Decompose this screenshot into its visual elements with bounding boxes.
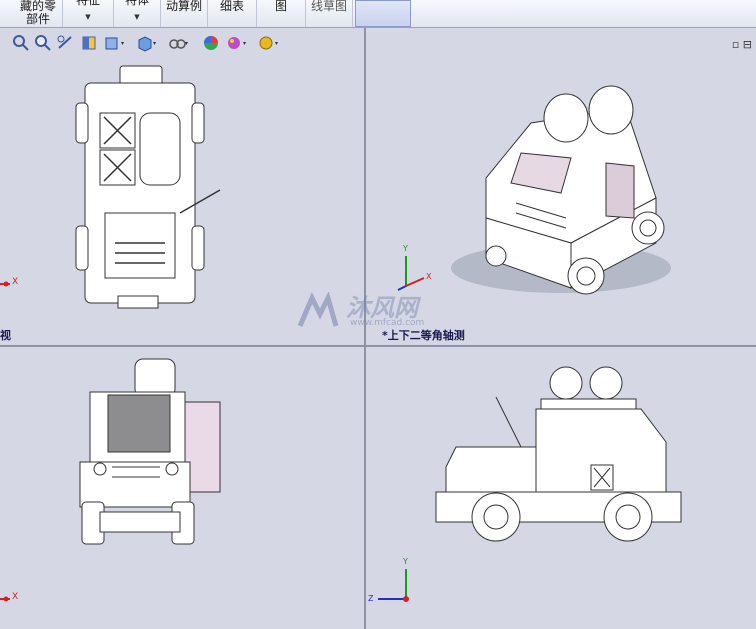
command-ribbon: 藏的零 部件 特征 ▼ 特体 ▼ 动算例 细表 图 线草图 [0, 0, 756, 28]
front-view-model [79, 358, 221, 545]
motion-study-button[interactable]: 动算例 [161, 0, 208, 27]
view-orientation-icon[interactable] [104, 34, 124, 52]
ribbon-label-4: 动算例 [165, 0, 202, 13]
ribbon-label-6: 图 [274, 0, 287, 13]
ribbon-label-7: 线草图 [310, 0, 347, 13]
ribbon-label-5: 细表 [219, 0, 244, 13]
zoom-to-fit-icon[interactable] [12, 34, 30, 52]
active-ribbon-tab[interactable] [355, 0, 411, 27]
y-axis-label: Y [403, 557, 408, 566]
viewport-caption: *上下二等角轴测 [382, 329, 465, 342]
x-axis-label: X [426, 272, 432, 281]
apply-scene-icon[interactable] [226, 34, 246, 52]
axis-triad: Y Z [366, 557, 416, 608]
axis-triad: X [0, 592, 24, 608]
y-axis-label: Y [403, 244, 408, 253]
vertical-splitter[interactable] [364, 28, 366, 629]
view-settings-icon[interactable] [258, 34, 278, 52]
bill-of-materials-button[interactable]: 细表 [208, 0, 257, 27]
side-view-model [435, 366, 682, 542]
chevron-down-icon: ▼ [134, 13, 140, 21]
section-view-icon[interactable] [80, 34, 98, 52]
heads-up-view-toolbar [12, 34, 292, 54]
viewport-menu-icon[interactable]: ▫ ⊟ [732, 38, 752, 51]
watermark-url: www.mfcad.com [350, 318, 425, 328]
edit-appearance-icon[interactable] [202, 34, 220, 52]
x-axis-label: X [12, 277, 19, 287]
previous-view-icon[interactable] [56, 34, 74, 52]
hide-show-items-icon[interactable] [168, 34, 188, 52]
features-button[interactable]: 特征 ▼ [63, 0, 114, 27]
ribbon-label-2: 特征 [75, 0, 100, 7]
line-sketch-button[interactable]: 线草图 [306, 0, 353, 27]
viewport-top-right[interactable]: ▫ ⊟ Y X *上下二等角轴测 [366, 28, 756, 345]
display-style-icon[interactable] [136, 34, 156, 52]
z-axis-label: Z [368, 594, 374, 603]
chevron-down-icon: ▼ [85, 13, 91, 21]
viewport-bottom-left[interactable]: X [0, 347, 364, 629]
viewport-bottom-right[interactable]: Y Z [366, 347, 756, 629]
x-axis-label: X [12, 592, 19, 602]
hidden-components-button[interactable]: 藏的零 部件 [14, 0, 63, 27]
isometric-view-model [451, 85, 671, 295]
watermark-logo-icon [297, 292, 339, 327]
ribbon-label-3: 特体 [124, 0, 149, 7]
zoom-to-area-icon[interactable] [34, 34, 52, 52]
viewport-caption: 视 [0, 329, 11, 342]
ribbon-label-1b: 部件 [25, 12, 50, 26]
horizontal-splitter[interactable] [0, 345, 756, 347]
bodies-button[interactable]: 特体 ▼ [114, 0, 161, 27]
drawing-button[interactable]: 图 [257, 0, 306, 27]
axis-triad: X [0, 277, 24, 293]
